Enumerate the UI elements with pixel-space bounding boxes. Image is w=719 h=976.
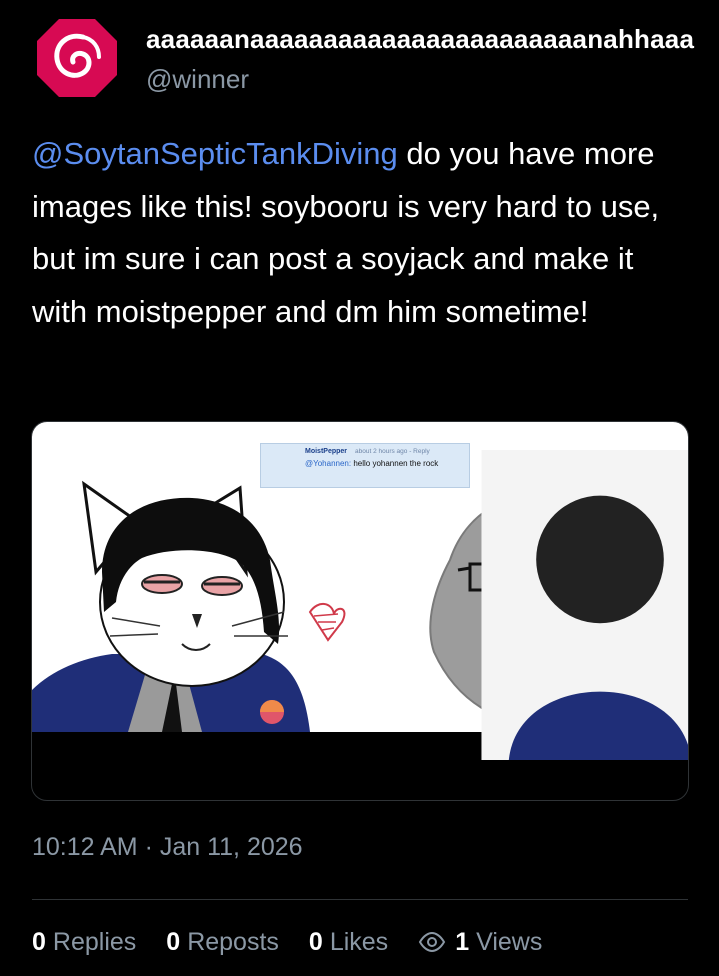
eye-icon (419, 932, 446, 952)
inset-meta: about 2 hours ago - Reply (355, 448, 430, 455)
post-text: @SoytanSepticTankDiving do you have more… (32, 128, 692, 338)
post-stats: 0 Replies 0 Reposts 0 Likes 1 Views (32, 922, 572, 962)
likes-stat[interactable]: 0 Likes (309, 928, 388, 957)
attached-image[interactable]: MoistPepper about 2 hours ago - Reply @Y… (32, 422, 688, 760)
author-avatar[interactable] (37, 19, 117, 97)
author-display-name[interactable]: aaaaaanaaaaaaaaaaaaaaaaaaaaaaanahhaaa (146, 24, 719, 55)
post: aaaaaanaaaaaaaaaaaaaaaaaaaaaaanahhaaa @w… (0, 0, 719, 976)
replies-label: Replies (52, 927, 137, 956)
divider (32, 899, 688, 900)
reposts-stat[interactable]: 0 Reposts (166, 928, 279, 957)
inset-comment: MoistPepper about 2 hours ago - Reply @Y… (260, 443, 688, 760)
likes-count: 0 (308, 927, 323, 956)
replies-count: 0 (32, 927, 46, 956)
author-handle[interactable]: @winner (146, 64, 249, 95)
views-label: Views (476, 927, 543, 956)
cat-character (32, 480, 310, 732)
likes-label: Likes (329, 927, 389, 956)
inset-mention: @Yohannen: (305, 459, 352, 468)
views-count: 1 (455, 927, 470, 956)
inset-body: @Yohannen: hello yohannen the rock (305, 459, 438, 468)
reposts-count: 0 (166, 927, 181, 956)
inset-body-text: hello yohannen the rock (351, 459, 439, 468)
debian-swirl-icon (37, 19, 117, 97)
post-mention-link[interactable]: @SoytanSepticTankDiving (32, 136, 398, 171)
views-stat[interactable]: 1 Views (418, 928, 542, 957)
media-card[interactable]: MoistPepper about 2 hours ago - Reply @Y… (31, 421, 689, 801)
post-timestamp[interactable]: 10:12 AM · Jan 11, 2026 (32, 833, 303, 862)
inset-author: MoistPepper (305, 448, 348, 455)
reposts-label: Reposts (187, 927, 279, 956)
replies-stat[interactable]: 0 Replies (32, 928, 136, 957)
inset-avatar-icon (481, 450, 688, 760)
